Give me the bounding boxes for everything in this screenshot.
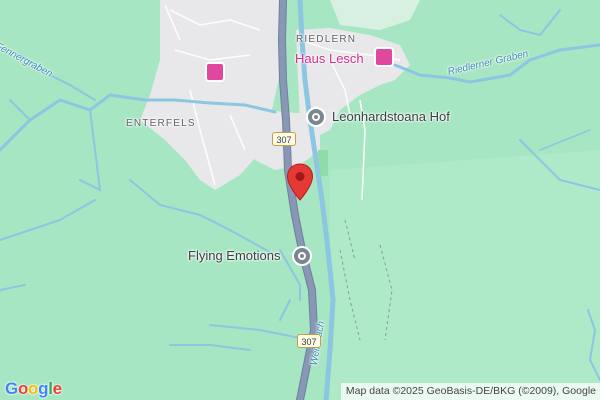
map-attribution[interactable]: Map data ©2025 GeoBasis-DE/BKG (©2009), …: [340, 383, 600, 400]
logo-letter: o: [17, 379, 29, 398]
poi-label-haus-lesch[interactable]: Haus Lesch: [295, 51, 364, 66]
logo-letter: g: [38, 379, 49, 398]
place-label-riedlern: RIEDLERN: [296, 34, 357, 45]
place-label-enterfels: ENTERFELS: [126, 118, 196, 129]
logo-letter: G: [5, 379, 18, 398]
forest-patch: [330, 150, 600, 400]
hotel-icon[interactable]: [205, 62, 225, 82]
hotel-icon[interactable]: [374, 47, 394, 67]
place-icon[interactable]: [306, 107, 326, 127]
logo-letter: e: [52, 379, 62, 398]
road-shield-307: 307: [297, 334, 321, 348]
poi-label-flying-emotions[interactable]: Flying Emotions: [188, 248, 280, 263]
logo-letter: o: [28, 379, 39, 398]
place-icon[interactable]: [292, 246, 312, 266]
map-pin-icon[interactable]: [286, 163, 314, 201]
road-shield-307: 307: [272, 132, 296, 146]
google-logo: Google: [5, 379, 62, 399]
poi-label-leonhardstoana-hof[interactable]: Leonhardstoana Hof: [332, 109, 450, 124]
